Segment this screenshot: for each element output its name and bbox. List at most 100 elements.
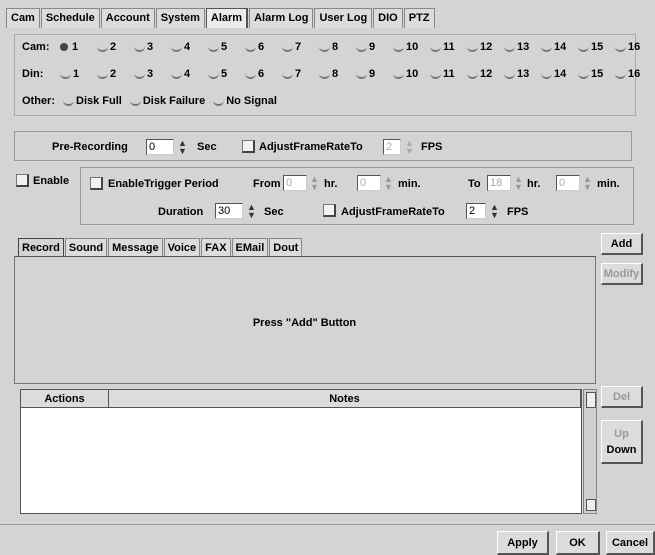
prerec-fps-input[interactable]: 2: [383, 139, 401, 155]
other-no-signal-option[interactable]: No Signal: [213, 95, 277, 107]
action-tab-email[interactable]: EMail: [231, 238, 269, 258]
din-1-radio[interactable]: [60, 70, 71, 79]
apply-button[interactable]: Apply: [497, 531, 549, 555]
cam-6-radio[interactable]: [245, 43, 256, 52]
cam-9-radio[interactable]: [356, 43, 367, 52]
cancel-button[interactable]: Cancel: [606, 531, 655, 555]
cam-15-radio[interactable]: [578, 43, 589, 52]
enable-checkbox[interactable]: [16, 174, 29, 187]
cam-6-option[interactable]: 6: [245, 41, 282, 53]
cam-12-option[interactable]: 12: [467, 41, 504, 53]
other-disk-failure-radio[interactable]: [129, 97, 141, 106]
add-button[interactable]: Add: [601, 233, 643, 255]
from-min-input[interactable]: 0: [357, 175, 381, 191]
other-no-signal-radio[interactable]: [213, 97, 225, 106]
to-hour-input[interactable]: 18: [487, 175, 511, 191]
action-tab-record[interactable]: Record: [18, 238, 64, 258]
din-9-option[interactable]: 9: [356, 68, 393, 80]
din-4-radio[interactable]: [171, 70, 182, 79]
action-tab-message[interactable]: Message: [108, 238, 163, 258]
din-3-radio[interactable]: [134, 70, 145, 79]
tab-cam[interactable]: Cam: [6, 8, 40, 28]
scroll-down-arrow-icon[interactable]: [586, 499, 596, 511]
cam-3-radio[interactable]: [134, 43, 145, 52]
modify-button[interactable]: Modify: [601, 263, 643, 285]
duration-spinner-icon[interactable]: ▲ ▼: [247, 203, 257, 220]
cam-10-option[interactable]: 10: [393, 41, 430, 53]
prerecording-spinner-icon[interactable]: ▲ ▼: [178, 139, 188, 156]
din-16-option[interactable]: 16: [615, 68, 652, 80]
cam-14-option[interactable]: 14: [541, 41, 578, 53]
din-2-option[interactable]: 2: [97, 68, 134, 80]
to-min-input[interactable]: 0: [556, 175, 580, 191]
up-button[interactable]: Up: [614, 428, 629, 440]
tab-account[interactable]: Account: [100, 8, 155, 28]
din-9-radio[interactable]: [356, 70, 367, 79]
cam-5-option[interactable]: 5: [208, 41, 245, 53]
down-button[interactable]: Down: [607, 444, 637, 456]
cam-7-radio[interactable]: [282, 43, 293, 52]
prerecording-input[interactable]: 0: [146, 139, 174, 155]
table-header-actions[interactable]: Actions: [21, 390, 109, 408]
din-6-radio[interactable]: [245, 70, 256, 79]
din-11-option[interactable]: 11: [430, 68, 467, 80]
ok-button[interactable]: OK: [556, 531, 600, 555]
cam-16-option[interactable]: 16: [615, 41, 652, 53]
cam-4-radio[interactable]: [171, 43, 182, 52]
din-15-option[interactable]: 15: [578, 68, 615, 80]
cam-5-radio[interactable]: [208, 43, 219, 52]
cam-10-radio[interactable]: [393, 43, 404, 52]
cam-7-option[interactable]: 7: [282, 41, 319, 53]
cam-8-option[interactable]: 8: [319, 41, 356, 53]
from-hour-input[interactable]: 0: [283, 175, 307, 191]
din-1-option[interactable]: 1: [60, 68, 97, 80]
cam-14-radio[interactable]: [541, 43, 552, 52]
din-3-option[interactable]: 3: [134, 68, 171, 80]
cam-1-option[interactable]: 1: [60, 41, 97, 53]
din-10-option[interactable]: 10: [393, 68, 430, 80]
tab-system[interactable]: System: [155, 8, 205, 28]
din-5-option[interactable]: 5: [208, 68, 245, 80]
table-header-notes[interactable]: Notes: [109, 390, 581, 408]
to-hour-spinner-icon[interactable]: ▲ ▼: [514, 175, 524, 192]
din-8-radio[interactable]: [319, 70, 330, 79]
din-2-radio[interactable]: [97, 70, 108, 79]
table-scrollbar[interactable]: [583, 389, 597, 514]
cam-13-radio[interactable]: [504, 43, 515, 52]
din-8-option[interactable]: 8: [319, 68, 356, 80]
tab-alarm[interactable]: Alarm: [205, 8, 249, 28]
other-disk-full-radio[interactable]: [63, 97, 74, 106]
cam-11-option[interactable]: 11: [430, 41, 467, 53]
din-7-option[interactable]: 7: [282, 68, 319, 80]
din-11-radio[interactable]: [430, 70, 441, 79]
action-tab-dout[interactable]: Dout: [269, 238, 303, 258]
trigger-fps-input[interactable]: 2: [466, 203, 486, 219]
other-disk-failure-option[interactable]: Disk Failure: [129, 95, 205, 107]
din-14-option[interactable]: 14: [541, 68, 578, 80]
tab-user-log[interactable]: User Log: [314, 8, 373, 28]
action-tab-fax[interactable]: FAX: [201, 238, 231, 258]
din-6-option[interactable]: 6: [245, 68, 282, 80]
tab-schedule[interactable]: Schedule: [40, 8, 100, 28]
cam-2-radio[interactable]: [97, 43, 108, 52]
tab-alarm-log[interactable]: Alarm Log: [249, 8, 314, 28]
din-5-radio[interactable]: [208, 70, 219, 79]
prerec-adjust-framerate-checkbox[interactable]: [242, 140, 255, 153]
delete-button[interactable]: Del: [601, 386, 643, 408]
cam-15-option[interactable]: 15: [578, 41, 615, 53]
din-13-radio[interactable]: [504, 70, 515, 79]
cam-1-radio[interactable]: [60, 43, 68, 52]
din-16-radio[interactable]: [615, 70, 626, 79]
from-min-spinner-icon[interactable]: ▲ ▼: [384, 175, 394, 192]
cam-11-radio[interactable]: [430, 43, 441, 52]
tab-dio[interactable]: DIO: [373, 8, 403, 28]
action-tab-sound[interactable]: Sound: [64, 238, 108, 258]
scroll-up-arrow-icon[interactable]: [586, 392, 596, 408]
din-13-option[interactable]: 13: [504, 68, 541, 80]
din-7-radio[interactable]: [282, 70, 293, 79]
trigger-fps-spinner-icon[interactable]: ▲ ▼: [490, 203, 500, 220]
action-tab-voice[interactable]: Voice: [163, 238, 201, 258]
cam-16-radio[interactable]: [615, 43, 626, 52]
din-4-option[interactable]: 4: [171, 68, 208, 80]
din-14-radio[interactable]: [541, 70, 552, 79]
